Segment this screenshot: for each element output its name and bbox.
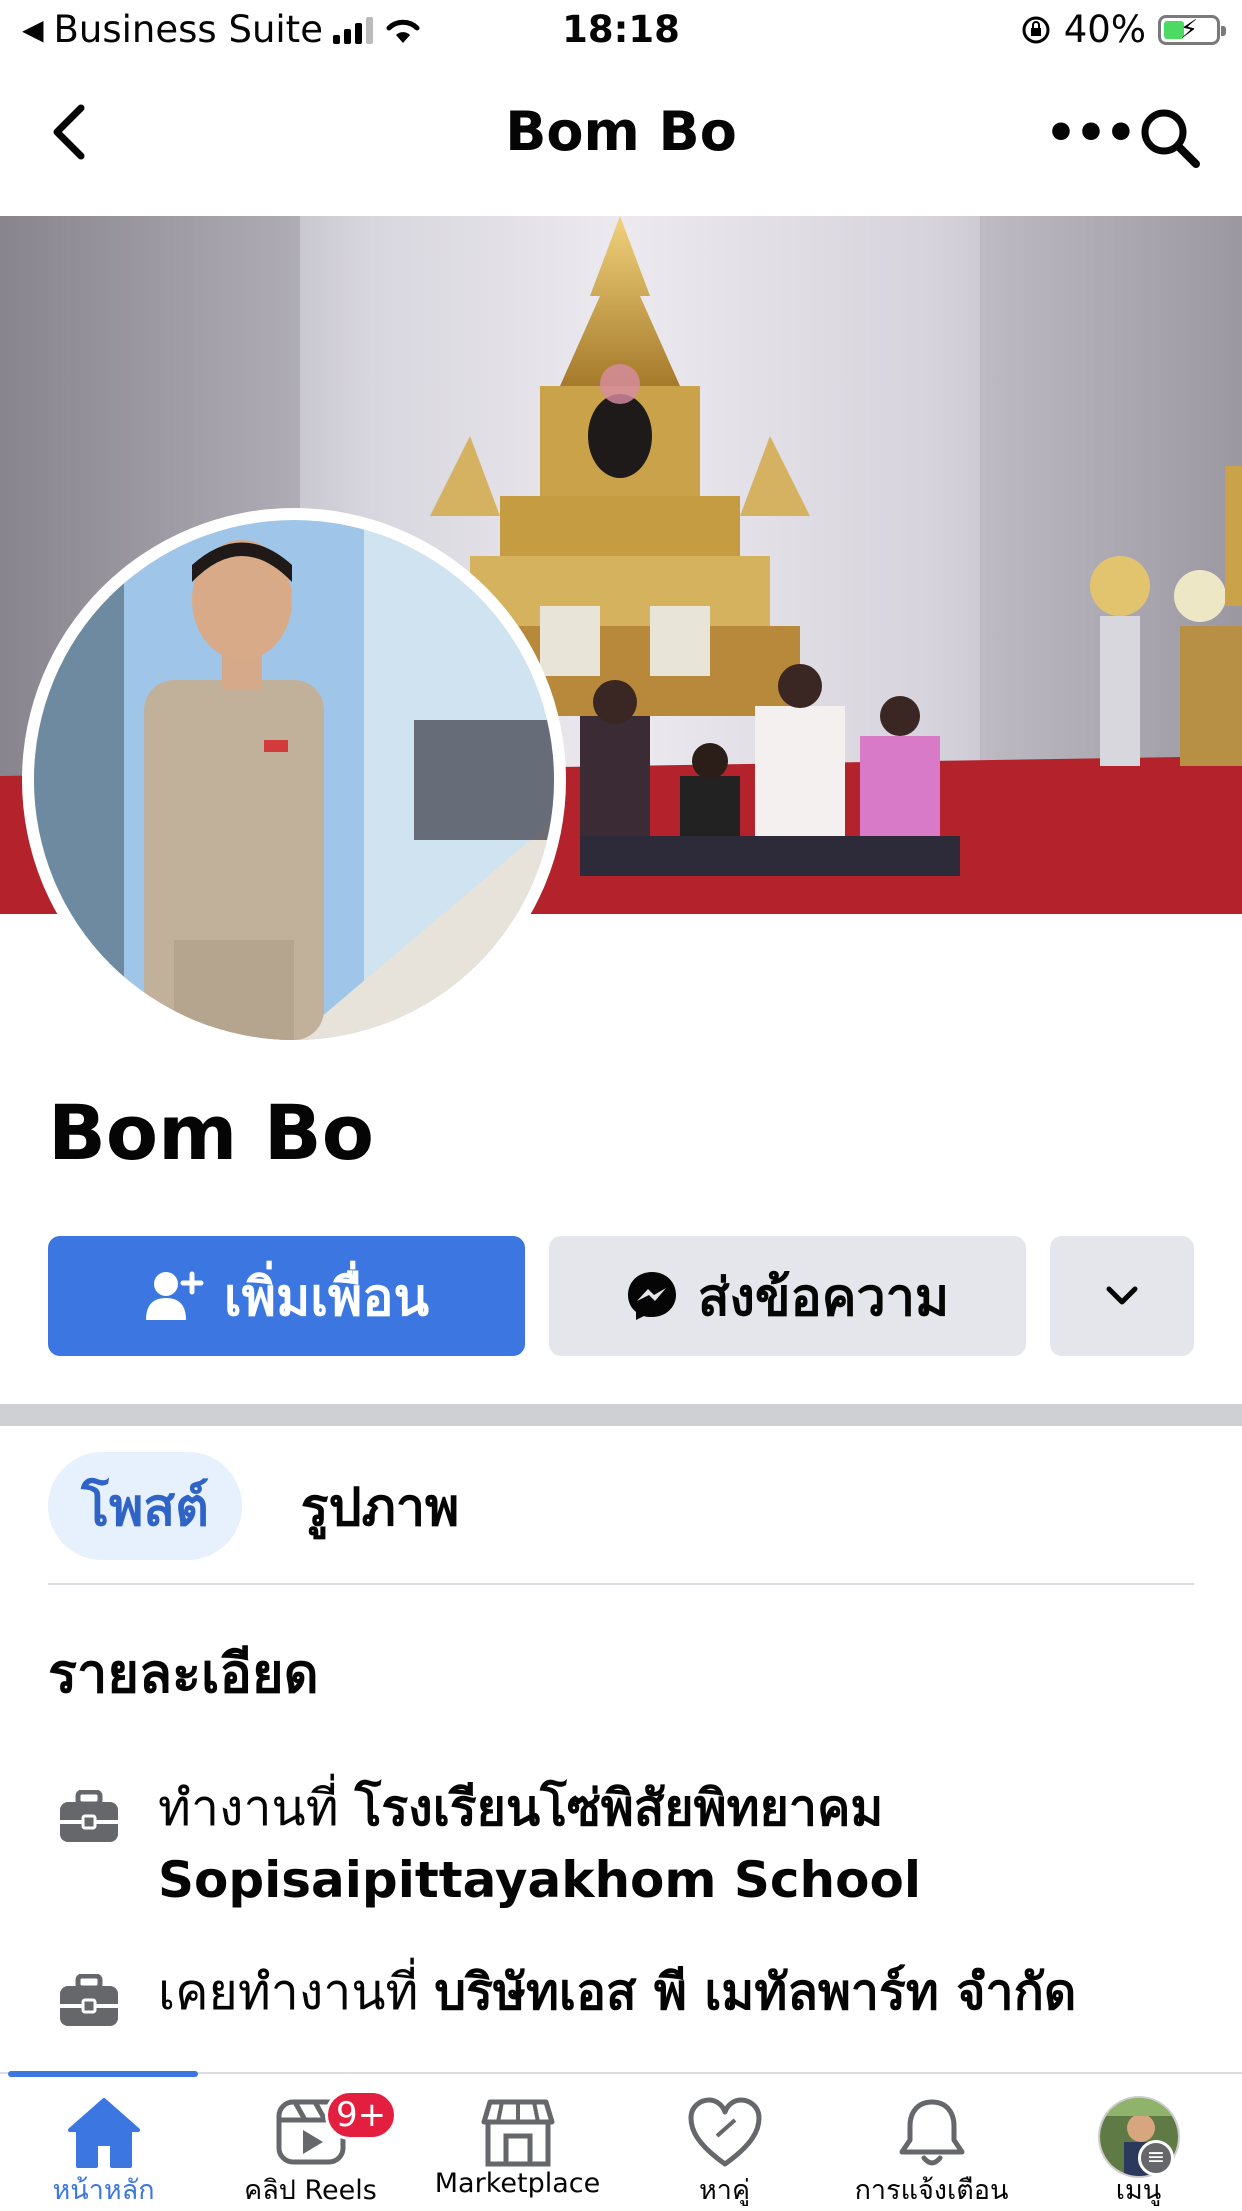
status-right: 40% ⚡ xyxy=(1020,8,1226,51)
more-icon[interactable]: ••• xyxy=(1045,104,1137,162)
add-friend-icon xyxy=(145,1271,204,1320)
home-icon xyxy=(67,2098,140,2168)
battery-icon: ⚡ xyxy=(1158,14,1226,45)
bottom-tab-bar: หน้าหลัก 9+ คลิป Reels Marketplace หาคู่… xyxy=(0,2071,1242,2210)
details-title: รายละเอียด xyxy=(48,1642,319,1705)
more-options-button[interactable] xyxy=(1050,1236,1194,1356)
briefcase-icon xyxy=(60,1974,118,2026)
search-icon[interactable] xyxy=(1138,106,1202,170)
tab-posts[interactable]: โพสต์ xyxy=(48,1452,242,1560)
tabs-divider xyxy=(48,1583,1194,1585)
messenger-icon xyxy=(627,1272,676,1320)
battery-percent: 40% xyxy=(1063,8,1146,51)
detail-prefix: เคยทำงานที่ xyxy=(158,1963,419,2021)
message-button[interactable]: ส่งข้อความ xyxy=(549,1236,1026,1356)
menu-lines-icon: ≡ xyxy=(1138,2140,1174,2176)
tab-marketplace[interactable]: Marketplace xyxy=(414,2074,621,2210)
tab-reels[interactable]: 9+ คลิป Reels xyxy=(207,2074,414,2210)
chevron-down-icon xyxy=(1106,1286,1138,1305)
marketplace-icon xyxy=(481,2099,554,2167)
add-friend-label: เพิ่มเพื่อน xyxy=(223,1267,430,1328)
profile-name: Bom Bo xyxy=(48,1088,374,1177)
detail-prefix: ทำงานที่ xyxy=(158,1779,339,1837)
message-label: ส่งข้อความ xyxy=(697,1267,950,1328)
tab-dating[interactable]: หาคู่ xyxy=(621,2074,828,2210)
status-bar: ◀ Business Suite 18:18 40% ⚡ xyxy=(0,0,1242,62)
briefcase-icon xyxy=(60,1790,118,1842)
tab-home[interactable]: หน้าหลัก xyxy=(0,2074,207,2210)
add-friend-button[interactable]: เพิ่มเพื่อน xyxy=(48,1236,525,1356)
tab-notifications[interactable]: การแจ้งเตือน xyxy=(828,2074,1035,2210)
tab-menu-label: เมนู xyxy=(1115,2175,1162,2206)
bell-icon xyxy=(899,2099,964,2166)
dating-heart-icon xyxy=(688,2097,761,2167)
past-workplace-link[interactable]: บริษัทเอส พี เมทัลพาร์ท จำกัด xyxy=(434,1963,1076,2021)
tab-photos[interactable]: รูปภาพ xyxy=(260,1452,500,1560)
orientation-lock-icon xyxy=(1022,16,1050,43)
profile-avatar[interactable] xyxy=(34,520,554,1040)
top-nav-bar: Bom Bo ••• xyxy=(0,62,1242,212)
reels-badge: 9+ xyxy=(325,2090,398,2140)
tab-menu[interactable]: เมนู xyxy=(1035,2074,1242,2210)
section-divider xyxy=(0,1404,1242,1426)
